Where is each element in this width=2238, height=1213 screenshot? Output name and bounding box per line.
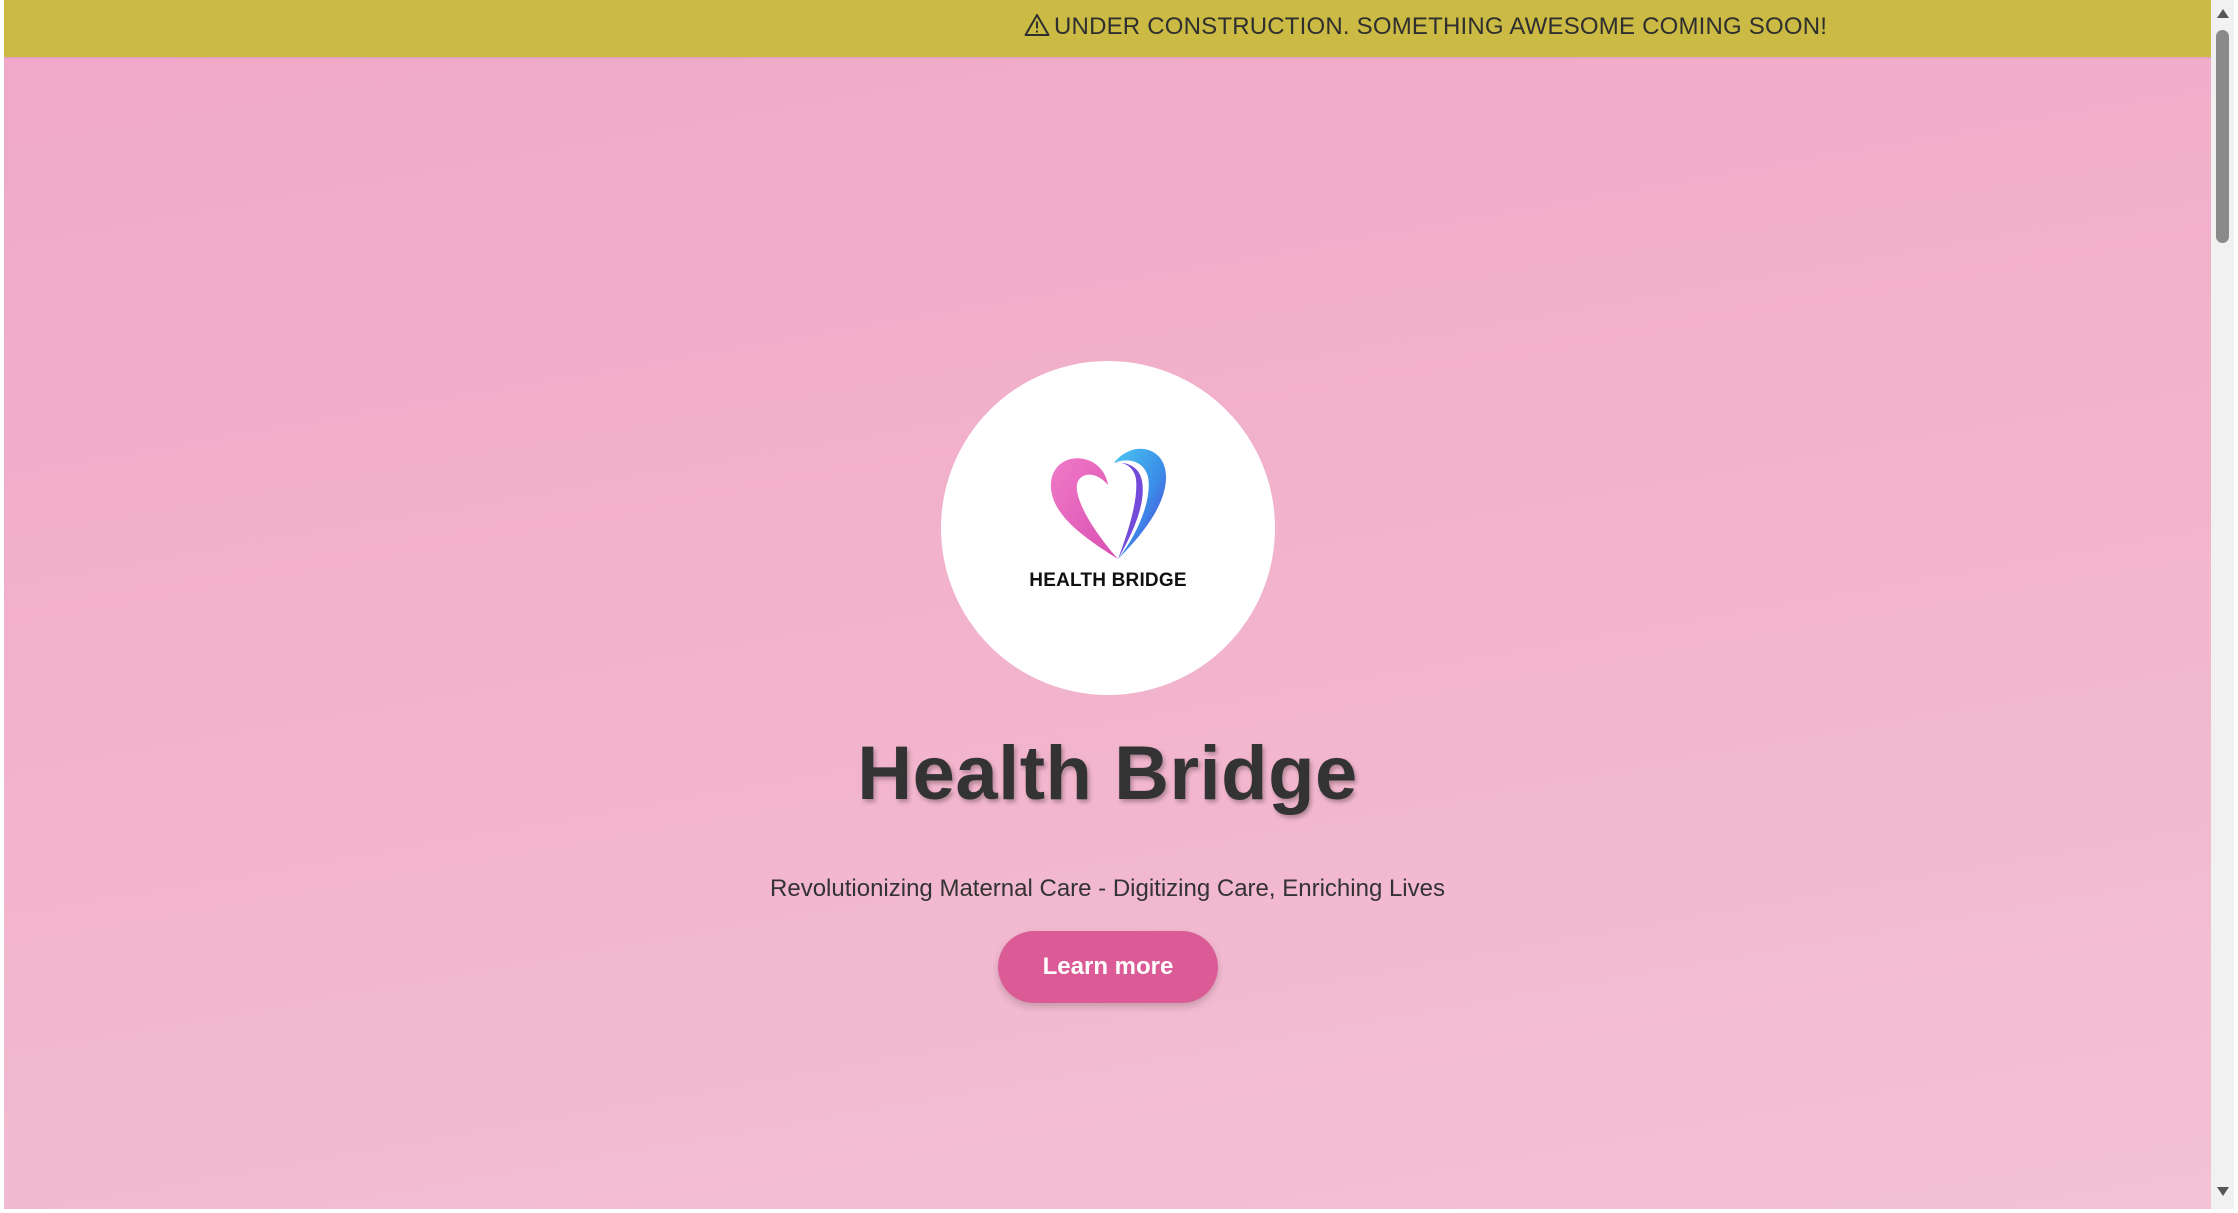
- vertical-scrollbar[interactable]: [2211, 0, 2234, 1209]
- scroll-up-icon[interactable]: [2217, 9, 2229, 18]
- banner-text: UNDER CONSTRUCTION. SOMETHING AWESOME CO…: [1054, 13, 1828, 40]
- scroll-down-icon[interactable]: [2217, 1187, 2229, 1196]
- logo-wordmark: HEALTH BRIDGE: [1029, 570, 1187, 591]
- banner-message: UNDER CONSTRUCTION. SOMETHING AWESOME CO…: [1024, 0, 1827, 57]
- scrollbar-thumb[interactable]: [2216, 30, 2229, 243]
- heart-icon: [1050, 448, 1166, 559]
- logo: HEALTH BRIDGE: [941, 361, 1275, 695]
- construction-banner: UNDER CONSTRUCTION. SOMETHING AWESOME CO…: [4, 0, 2211, 57]
- page-viewport: UNDER CONSTRUCTION. SOMETHING AWESOME CO…: [4, 0, 2211, 1209]
- learn-more-button[interactable]: Learn more: [998, 931, 1218, 1003]
- page-title: Health Bridge: [857, 731, 1358, 816]
- warning-icon: [1024, 14, 1050, 36]
- tagline: Revolutionizing Maternal Care - Digitizi…: [770, 875, 1445, 902]
